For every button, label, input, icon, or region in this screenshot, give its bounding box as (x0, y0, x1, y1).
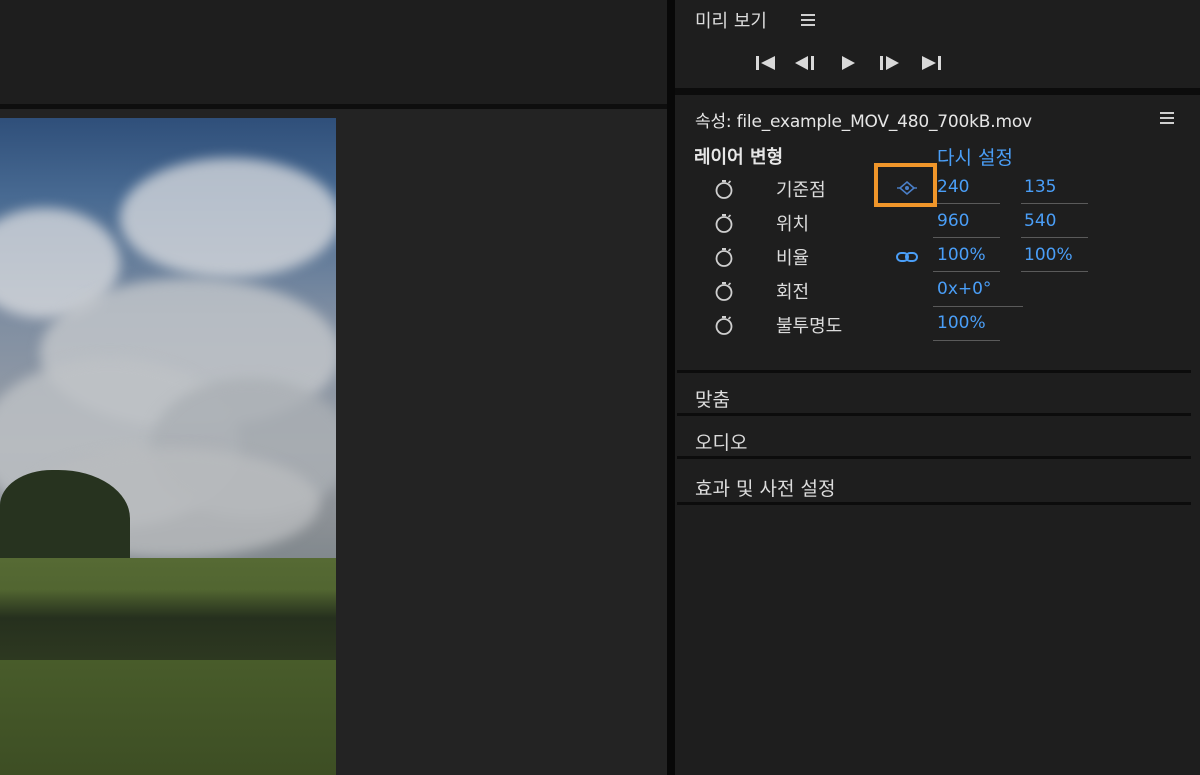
section-effects-presets[interactable]: 효과 및 사전 설정 (675, 465, 1195, 505)
step-back-icon (795, 56, 814, 70)
stopwatch-icon[interactable] (713, 178, 735, 200)
value-underline (933, 271, 1000, 272)
step-forward-icon (880, 56, 899, 70)
prop-name: 기준점 (776, 180, 826, 201)
layer-transform-label: 레이어 변형 (694, 147, 784, 168)
prop-name: 위치 (776, 214, 810, 235)
prop-row-scale: 비율 100% 100% (675, 244, 1200, 274)
properties-title: 속성: file_example_MOV_480_700kB.mov (695, 112, 1032, 132)
section-divider (677, 502, 1191, 505)
value-underline (933, 237, 1000, 238)
section-divider (677, 370, 1191, 373)
viewer-toolbar-area (0, 0, 667, 104)
prop-name: 불투명도 (776, 316, 843, 337)
value-underline (1021, 237, 1088, 238)
panel-splitter[interactable] (667, 0, 675, 775)
stopwatch-icon[interactable] (713, 212, 735, 234)
value-y[interactable]: 100% (1024, 245, 1073, 265)
go-to-start-icon (756, 56, 775, 70)
properties-panel: 속성: file_example_MOV_480_700kB.mov 레이어 변… (675, 95, 1200, 775)
step-back-button[interactable] (792, 54, 818, 72)
preview-panel: 미리 보기 (675, 0, 1200, 88)
value-opacity[interactable]: 100% (937, 313, 986, 333)
preview-menu-icon[interactable] (801, 14, 815, 26)
link-icon[interactable] (895, 249, 919, 265)
prop-name: 회전 (776, 282, 810, 303)
step-forward-button[interactable] (876, 54, 902, 72)
play-button[interactable] (835, 54, 861, 72)
play-icon (842, 56, 855, 70)
go-to-end-icon (922, 56, 941, 70)
value-underline (933, 306, 1023, 307)
value-x[interactable]: 960 (937, 211, 969, 231)
prop-row-position: 위치 960 540 (675, 210, 1200, 240)
section-label: 오디오 (695, 432, 748, 454)
section-fit[interactable]: 맞춤 (675, 376, 1195, 416)
value-x[interactable]: 240 (937, 177, 969, 197)
panel-divider (675, 88, 1200, 95)
section-audio[interactable]: 오디오 (675, 419, 1195, 459)
tree-line (0, 590, 336, 660)
stopwatch-icon[interactable] (713, 280, 735, 302)
video-frame[interactable] (0, 118, 336, 775)
value-rotation[interactable]: 0x+0° (937, 279, 991, 299)
prop-row-anchor-point: 기준점 240 135 (675, 176, 1200, 206)
value-underline (1021, 271, 1088, 272)
value-underline (1021, 203, 1088, 204)
value-underline (933, 203, 1000, 204)
properties-menu-icon[interactable] (1160, 112, 1174, 124)
value-y[interactable]: 135 (1024, 177, 1056, 197)
value-y[interactable]: 540 (1024, 211, 1056, 231)
section-label: 맞춤 (695, 389, 730, 411)
preview-title: 미리 보기 (695, 11, 767, 32)
go-to-end-button[interactable] (918, 54, 944, 72)
section-label: 효과 및 사전 설정 (695, 478, 836, 500)
value-x[interactable]: 100% (937, 245, 986, 265)
stopwatch-icon[interactable] (713, 314, 735, 336)
prop-row-rotation: 회전 0x+0° (675, 278, 1200, 308)
anchor-highlight-box (874, 163, 937, 207)
section-divider (677, 413, 1191, 416)
value-underline (933, 340, 1000, 341)
stopwatch-icon[interactable] (713, 246, 735, 268)
prop-row-opacity: 불투명도 100% (675, 312, 1200, 342)
go-to-start-button[interactable] (753, 54, 779, 72)
section-divider (677, 456, 1191, 459)
prop-name: 비율 (776, 248, 810, 269)
reset-button[interactable]: 다시 설정 (937, 143, 1013, 170)
